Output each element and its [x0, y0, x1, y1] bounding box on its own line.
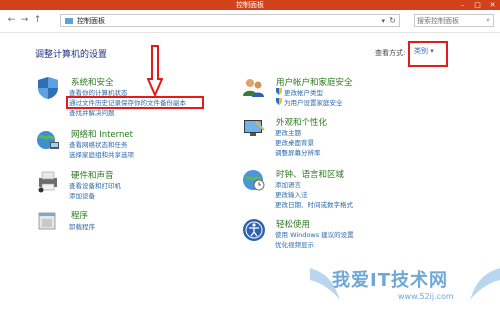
view-by-label: 查看方式:	[375, 49, 406, 57]
watermark-text: 我爱IT技术网	[332, 270, 448, 291]
search-icon[interactable]: ⌕	[486, 16, 490, 25]
item-user-accounts: 用户帐户和家庭安全 更改帐户类型 为用户设置家庭安全	[242, 76, 442, 110]
accessibility-icon[interactable]	[242, 218, 266, 242]
item-link[interactable]: 添加语言	[275, 179, 301, 189]
control-panel-icon	[65, 18, 73, 24]
search-input[interactable]	[417, 16, 479, 25]
highlight-box-category	[408, 41, 448, 67]
close-button[interactable]: ✕	[485, 0, 500, 10]
item-programs: 程序 卸载程序	[36, 209, 236, 235]
item-link[interactable]: 更改日期、时间或数字格式	[275, 199, 353, 209]
item-link[interactable]: 调整屏幕分辨率	[275, 147, 321, 157]
item-link[interactable]: 使用 Windows 建议的设置	[275, 229, 354, 239]
forward-arrow-icon[interactable]: →	[19, 15, 30, 26]
address-bar: ← → ↑ 控制面板 ▾ ↻ ⌕	[0, 10, 500, 33]
title-bar: 控制面板 – □ ✕	[0, 0, 500, 10]
appearance-icon[interactable]	[242, 116, 266, 140]
item-link[interactable]: 更改主题	[275, 127, 301, 137]
item-link[interactable]: 更改桌面背景	[275, 137, 314, 147]
users-icon[interactable]	[242, 76, 266, 100]
refresh-icon[interactable]: ↻	[389, 15, 396, 27]
item-link[interactable]: 选择家庭组和共享选项	[69, 149, 134, 159]
chevron-down-icon[interactable]: ▾	[381, 15, 385, 27]
address-field[interactable]: 控制面板 ▾ ↻	[60, 14, 400, 27]
back-arrow-icon[interactable]: ←	[6, 15, 17, 26]
item-network-internet: 网络和 Internet 查看网络状态和任务 选择家庭组和共享选项	[36, 128, 236, 162]
shield-icon[interactable]	[36, 76, 60, 100]
item-link[interactable]: 查看设备和打印机	[69, 180, 121, 190]
search-box[interactable]: ⌕	[414, 14, 494, 27]
window-title: 控制面板	[236, 1, 264, 9]
watermark-url: www.52ij.com	[398, 292, 454, 301]
page-heading: 调整计算机的设置	[35, 50, 108, 60]
maximize-button[interactable]: □	[470, 0, 485, 10]
minimize-button[interactable]: –	[455, 0, 470, 10]
item-link[interactable]: 查看网络状态和任务	[69, 139, 128, 149]
globe-network-icon[interactable]	[36, 128, 60, 152]
uac-shield-icon	[276, 98, 282, 105]
watermark: 我爱IT技术网 www.52ij.com	[310, 260, 500, 311]
item-appearance: 外观和个性化 更改主题 更改桌面背景 调整屏幕分辨率	[242, 116, 442, 160]
programs-icon[interactable]	[36, 209, 60, 233]
item-link[interactable]: 更改输入法	[275, 189, 308, 199]
item-link[interactable]: 优化视频显示	[275, 239, 314, 249]
item-hardware-sound: 硬件和声音 查看设备和打印机 添加设备	[36, 169, 236, 203]
printer-icon[interactable]	[36, 169, 60, 193]
breadcrumb[interactable]: 控制面板	[77, 15, 105, 27]
item-link[interactable]: 添加设备	[69, 190, 95, 200]
item-link[interactable]: 为用户设置家庭安全	[284, 97, 343, 107]
item-link[interactable]: 更改帐户类型	[284, 87, 323, 97]
window-controls: – □ ✕	[455, 0, 500, 10]
item-link[interactable]: 卸载程序	[69, 221, 95, 231]
item-clock-language: 时钟、语言和区域 添加语言 更改输入法 更改日期、时间或数字格式	[242, 168, 442, 212]
item-title[interactable]: 程序	[71, 209, 88, 221]
up-arrow-icon[interactable]: ↑	[32, 15, 43, 26]
clock-globe-icon[interactable]	[242, 168, 266, 192]
highlight-box-file-history	[66, 96, 204, 109]
item-ease-of-access: 轻松使用 使用 Windows 建议的设置 优化视频显示	[242, 218, 442, 252]
uac-shield-icon	[276, 88, 282, 95]
